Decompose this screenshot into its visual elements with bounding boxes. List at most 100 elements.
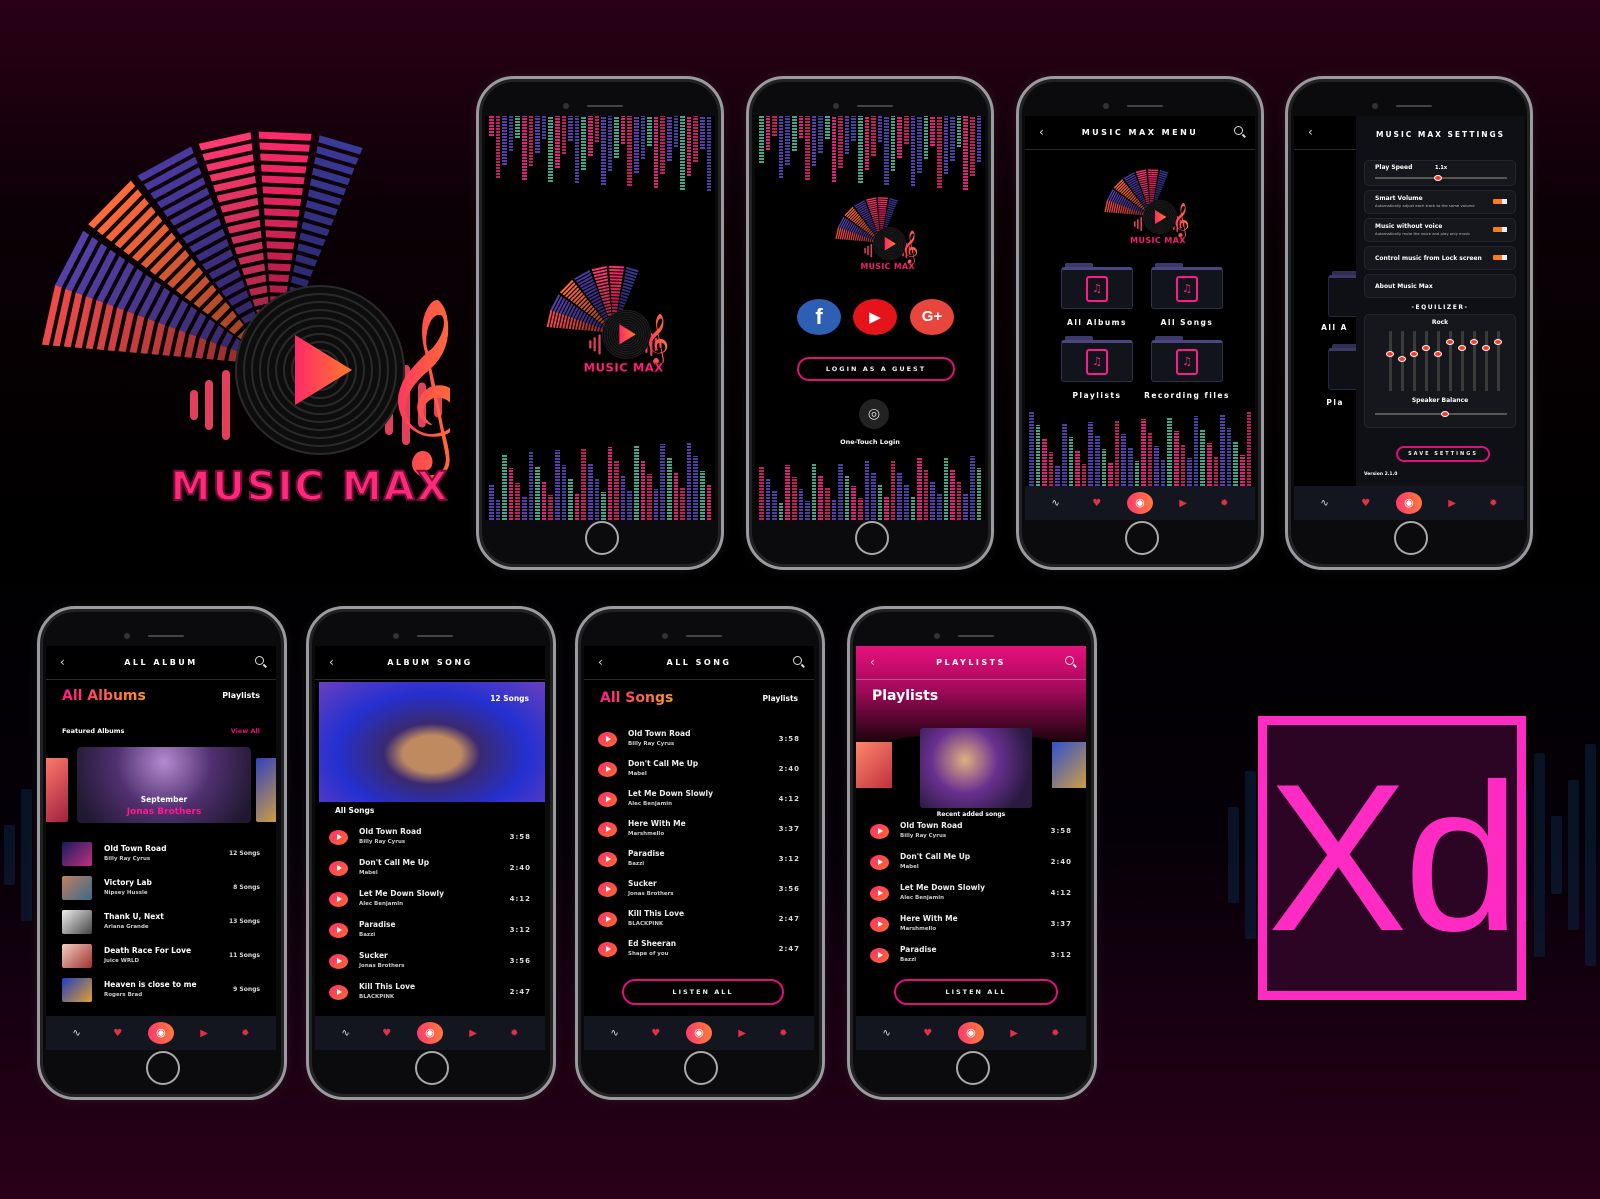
slider-knob[interactable] bbox=[1441, 411, 1449, 417]
playlists-tab[interactable]: Playlists bbox=[763, 694, 798, 703]
play-icon[interactable] bbox=[870, 886, 889, 901]
eq-band-slider[interactable] bbox=[1470, 331, 1478, 391]
broadcast-icon[interactable]: ◉ bbox=[147, 1022, 174, 1044]
play-icon[interactable] bbox=[870, 824, 889, 839]
gear-icon[interactable]: ✹ bbox=[1044, 1028, 1066, 1039]
play-icon[interactable] bbox=[598, 942, 617, 957]
broadcast-icon[interactable]: ◉ bbox=[957, 1022, 984, 1044]
album-carousel-next[interactable] bbox=[256, 758, 276, 822]
home-button[interactable] bbox=[684, 1051, 718, 1085]
fingerprint-icon[interactable]: ◎ bbox=[859, 399, 889, 429]
home-button[interactable] bbox=[1394, 521, 1428, 555]
gear-icon[interactable]: ✹ bbox=[1482, 498, 1504, 509]
eq-band-slider[interactable] bbox=[1398, 331, 1406, 391]
featured-album-card[interactable]: September Jonas Brothers bbox=[77, 747, 251, 823]
youtube-icon[interactable]: ▶ bbox=[1441, 498, 1463, 509]
eq-band-slider[interactable] bbox=[1458, 331, 1466, 391]
youtube-icon[interactable]: ▶ bbox=[1172, 498, 1194, 509]
slider-knob[interactable] bbox=[1434, 175, 1443, 181]
play-icon[interactable] bbox=[870, 917, 889, 932]
play-icon[interactable] bbox=[329, 985, 348, 1000]
broadcast-icon[interactable]: ◉ bbox=[1395, 492, 1422, 514]
pulse-icon[interactable]: ∿ bbox=[1314, 498, 1336, 509]
song-row[interactable]: Old Town Road Billy Ray Cyrus 3:58 bbox=[598, 728, 800, 754]
play-icon[interactable] bbox=[329, 923, 348, 938]
gear-icon[interactable]: ✹ bbox=[503, 1028, 525, 1039]
song-row[interactable]: Paradise Bazzi 3:12 bbox=[598, 848, 800, 874]
song-row[interactable]: Ed Sheeran Shape of you 2:47 bbox=[598, 938, 800, 964]
slider-knob[interactable] bbox=[1398, 356, 1406, 363]
pulse-icon[interactable]: ∿ bbox=[66, 1028, 88, 1039]
eq-preset[interactable]: Rock bbox=[1365, 319, 1515, 326]
search-icon[interactable] bbox=[255, 656, 264, 665]
lock-screen-toggle[interactable] bbox=[1493, 255, 1507, 260]
song-row[interactable]: Don't Call Me Up Mabel 2:40 bbox=[329, 857, 531, 883]
fox-icon[interactable]: ♥ bbox=[1086, 498, 1108, 509]
youtube-icon[interactable]: ▶ bbox=[462, 1028, 484, 1039]
play-icon[interactable] bbox=[329, 954, 348, 969]
slider-knob[interactable] bbox=[1386, 350, 1394, 357]
eq-band-slider[interactable] bbox=[1482, 331, 1490, 391]
song-row[interactable]: Don't Call Me Up Mabel 2:40 bbox=[598, 758, 800, 784]
home-button[interactable] bbox=[146, 1051, 180, 1085]
song-row[interactable]: Let Me Down Slowly Alec Benjamin 4:12 bbox=[598, 788, 800, 814]
song-row[interactable]: Here With Me Marshmello 3:37 bbox=[598, 818, 800, 844]
eq-band-slider[interactable] bbox=[1434, 331, 1442, 391]
back-icon[interactable]: ‹ bbox=[1039, 125, 1044, 139]
menu-item-label[interactable]: All Songs bbox=[1137, 318, 1237, 327]
login-as-guest-button[interactable]: LOGIN AS A GUEST bbox=[797, 357, 955, 381]
slider-knob[interactable] bbox=[1410, 350, 1418, 357]
album-carousel-prev[interactable] bbox=[46, 758, 68, 822]
broadcast-icon[interactable]: ◉ bbox=[1126, 492, 1153, 514]
music-without-voice-toggle[interactable] bbox=[1493, 227, 1507, 232]
song-row[interactable]: Paradise Bazzi 3:12 bbox=[870, 944, 1072, 970]
song-row[interactable]: Old Town Road Billy Ray Cyrus 3:58 bbox=[870, 820, 1072, 846]
play-icon[interactable] bbox=[329, 830, 348, 845]
slider-knob[interactable] bbox=[1482, 345, 1490, 351]
album-row[interactable]: Victory Lab Nipsey Hussle 8 Songs bbox=[62, 876, 260, 906]
song-row[interactable]: Kill This Love BLACKPINK 2:47 bbox=[598, 908, 800, 934]
smart-volume-toggle[interactable] bbox=[1493, 199, 1507, 204]
play-icon[interactable] bbox=[598, 822, 617, 837]
playlist-carousel-next[interactable] bbox=[1052, 742, 1086, 788]
eq-band-slider[interactable] bbox=[1422, 331, 1430, 391]
album-row[interactable]: Thank U, Next Ariana Grande 13 Songs bbox=[62, 910, 260, 940]
home-button[interactable] bbox=[956, 1051, 990, 1085]
menu-folder-3[interactable]: ♫ bbox=[1151, 336, 1223, 382]
broadcast-icon[interactable]: ◉ bbox=[685, 1022, 712, 1044]
menu-folder-2[interactable]: ♫ bbox=[1061, 336, 1133, 382]
song-row[interactable]: Don't Call Me Up Mabel 2:40 bbox=[870, 851, 1072, 877]
play-icon[interactable] bbox=[870, 855, 889, 870]
slider-knob[interactable] bbox=[1494, 339, 1502, 346]
search-icon[interactable] bbox=[793, 656, 802, 665]
fox-icon[interactable]: ♥ bbox=[917, 1028, 939, 1039]
home-button[interactable] bbox=[415, 1051, 449, 1085]
speaker-balance-slider[interactable] bbox=[1375, 411, 1507, 417]
listen-all-button[interactable]: LISTEN ALL bbox=[622, 979, 784, 1005]
eq-band-slider[interactable] bbox=[1410, 331, 1418, 391]
song-row[interactable]: Sucker Jonas Brothers 3:56 bbox=[598, 878, 800, 904]
song-row[interactable]: Let Me Down Slowly Alec Benjamin 4:12 bbox=[870, 882, 1072, 908]
slider-knob[interactable] bbox=[1446, 339, 1454, 346]
song-row[interactable]: Paradise Bazzi 3:12 bbox=[329, 919, 531, 945]
eq-band-slider[interactable] bbox=[1446, 331, 1454, 391]
album-row[interactable]: Death Race For Love Juice WRLD 11 Songs bbox=[62, 944, 260, 974]
home-button[interactable] bbox=[855, 521, 889, 555]
slider-knob[interactable] bbox=[1458, 345, 1466, 351]
menu-item-label[interactable]: Playlists bbox=[1047, 391, 1147, 400]
about-music-max-item[interactable]: About Music Max bbox=[1364, 274, 1516, 298]
play-icon[interactable] bbox=[329, 892, 348, 907]
home-button[interactable] bbox=[1125, 521, 1159, 555]
menu-folder-1[interactable]: ♫ bbox=[1151, 263, 1223, 309]
slider-knob[interactable] bbox=[1434, 350, 1442, 357]
youtube-button[interactable]: ▶ bbox=[853, 299, 897, 335]
pulse-icon[interactable]: ∿ bbox=[876, 1028, 898, 1039]
slider-knob[interactable] bbox=[1422, 345, 1430, 351]
google-plus-button[interactable]: G+ bbox=[910, 299, 954, 335]
song-row[interactable]: Here With Me Marshmello 3:37 bbox=[870, 913, 1072, 939]
song-row[interactable]: Sucker Jonas Brothers 3:56 bbox=[329, 950, 531, 976]
back-icon[interactable]: ‹ bbox=[60, 655, 65, 669]
listen-all-button[interactable]: LISTEN ALL bbox=[894, 979, 1058, 1005]
play-icon[interactable] bbox=[598, 882, 617, 897]
back-icon[interactable]: ‹ bbox=[329, 655, 334, 669]
